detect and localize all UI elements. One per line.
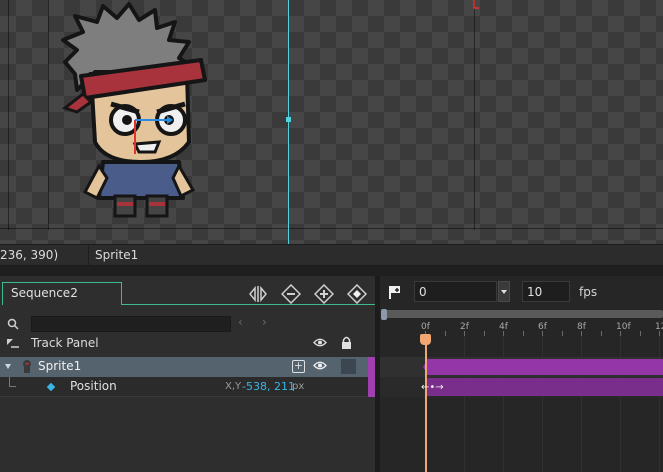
search-input[interactable] [31, 316, 231, 332]
origin-guide-line[interactable] [288, 0, 289, 244]
timeline-panel: 0 10 fps 0f2f4f6f8f10f12 ←•→ [380, 276, 663, 472]
unit-label: px [292, 381, 305, 392]
add-keyframe-icon[interactable] [388, 284, 404, 300]
eye-icon[interactable] [313, 338, 327, 347]
ruler-tick-label: 10f [616, 322, 631, 332]
track-row-sprite[interactable]: Sprite1 + [0, 357, 370, 377]
playhead-handle[interactable] [420, 334, 431, 345]
tree-connector [9, 377, 16, 387]
eye-icon[interactable] [313, 361, 327, 370]
scrollbar-thumb[interactable] [381, 309, 387, 320]
lock-icon[interactable] [341, 336, 352, 349]
search-icon [7, 318, 19, 330]
fps-label: fps [579, 285, 598, 299]
track-row-position[interactable]: Position X,Y -538, 211 px [0, 377, 370, 397]
xy-axis-label: X,Y [225, 381, 242, 392]
frame-dropdown-button[interactable] [498, 281, 510, 302]
mirror-icon[interactable] [248, 284, 268, 304]
collapse-all-icon[interactable] [7, 339, 19, 349]
keyframe-diamond-icon [46, 382, 56, 392]
track-label: Sprite1 [38, 359, 82, 373]
chevron-right-icon[interactable]: › [262, 315, 267, 329]
track-color-marker [368, 357, 375, 377]
grid-line [542, 336, 543, 472]
grid-line [581, 336, 582, 472]
panel-separator [0, 266, 663, 276]
selected-object-name: Sprite1 [95, 248, 139, 262]
status-bar: 236, 390) Sprite1 [0, 244, 663, 267]
record-icon[interactable] [347, 284, 367, 304]
grid-guide [8, 0, 9, 230]
chevron-left-icon[interactable]: ‹ [238, 315, 243, 329]
property-label: Position [70, 379, 117, 393]
minus-circle-icon[interactable] [281, 284, 301, 304]
position-track-bar[interactable] [427, 378, 663, 396]
frame-grid [380, 336, 663, 472]
add-track-button[interactable]: + [292, 360, 305, 373]
sprite-icon [23, 360, 31, 373]
position-value[interactable]: -538, 211 [242, 380, 295, 393]
sequence-panel: Sequence2 ‹ › Track Panel Sprite1 + Posi… [0, 276, 375, 472]
grid-line [464, 336, 465, 472]
track-color-marker [368, 377, 375, 397]
lock-toggle[interactable] [341, 359, 356, 374]
grid-guide [48, 0, 49, 230]
sprite-character[interactable] [55, 2, 225, 227]
collapse-arrow-icon[interactable] [5, 364, 11, 369]
current-frame-input[interactable]: 0 [414, 281, 497, 302]
grid-guide [0, 228, 663, 229]
anchor-marker-icon [473, 0, 479, 9]
canvas-viewport[interactable] [0, 0, 663, 244]
track-panel-label: Track Panel [31, 336, 99, 350]
keyframe-arrows-icon[interactable]: ←•→ [421, 382, 444, 393]
playhead-line[interactable] [425, 336, 427, 472]
grid-line [659, 336, 660, 472]
status-divider [88, 245, 89, 267]
grid-line [620, 336, 621, 472]
plus-circle-icon[interactable] [314, 284, 334, 304]
tab-underline [122, 304, 375, 305]
tab-sequence[interactable]: Sequence2 [2, 282, 122, 305]
fps-input[interactable]: 10 [522, 281, 570, 302]
origin-handle[interactable] [286, 117, 291, 122]
grid-guide [474, 0, 475, 230]
sprite-track-bar[interactable] [427, 359, 663, 375]
grid-line [503, 336, 504, 472]
cursor-coordinates: 236, 390) [0, 248, 59, 262]
timeline-scrollbar[interactable] [384, 310, 663, 318]
